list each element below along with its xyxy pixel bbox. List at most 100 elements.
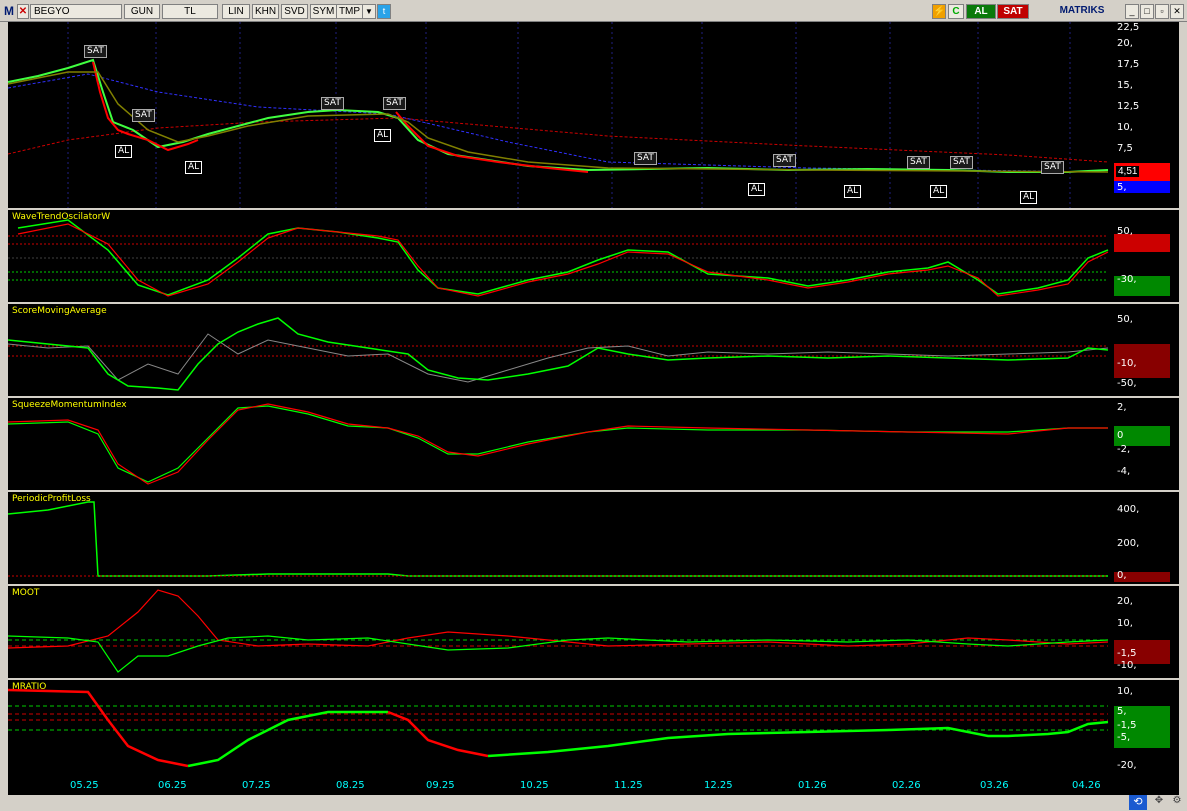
score-ma-y-label: -10, [1117,358,1137,369]
sell-button[interactable]: SAT [997,4,1029,19]
twitter-icon[interactable]: t [377,4,391,19]
close-symbol-icon[interactable]: ✕ [17,4,29,19]
dropdown-icon[interactable]: ▼ [362,4,376,19]
lightning-icon[interactable]: ⚡ [932,4,946,19]
x-axis-label: 11.25 [614,780,643,791]
x-axis: 05.25 06.25 07.25 08.25 09.25 10.25 11.2… [8,775,1179,795]
squeeze-panel[interactable]: SqueezeMomentumIndex 2, 0 -2, -4, [8,398,1179,492]
status-bar: ⟲ ✥ ⚙ [0,795,1187,811]
score-ma-y-label: -50, [1117,378,1137,389]
lin-button[interactable]: LIN [222,4,250,19]
squeeze-y-label: 2, [1117,402,1127,413]
score-ma-chart [8,317,1170,391]
squeeze-y-label: -4, [1117,466,1131,477]
x-axis-label: 08.25 [336,780,365,791]
refresh-icon[interactable]: C [948,4,964,19]
x-axis-label: 07.25 [242,780,271,791]
mratio-y-label: -1,5 [1117,720,1137,731]
x-axis-label: 03.26 [980,780,1009,791]
profit-loss-y-label: 0, [1117,570,1127,581]
price-y-label: 12,5 [1117,101,1140,112]
sell-signal-label: SAT [84,45,107,58]
wavetrend-panel[interactable]: WaveTrendOscilatorW 50, -30, [8,210,1179,304]
sym-button[interactable]: SYM [310,4,337,19]
mratio-y-label: 5, [1117,706,1127,717]
sell-signal-label: SAT [950,156,973,169]
sell-signal-label: SAT [321,97,344,110]
buy-signal-label: AL [115,145,133,158]
price-y-label: 10, [1117,122,1133,133]
settings-icon[interactable]: ⚙ [1169,795,1185,810]
period-button-tl[interactable]: TL [162,4,218,19]
mratio-y-label: -5, [1117,732,1131,743]
last-price-label: 4,51 [1116,166,1140,177]
moot-y-label: -1,5 [1117,648,1137,659]
sell-signal-label: SAT [1041,161,1064,174]
profit-loss-y-label: 400, [1117,504,1140,515]
buy-button[interactable]: AL [966,4,996,19]
sell-signal-label: SAT [132,109,155,122]
buy-signal-label: AL [374,129,392,142]
close-icon[interactable]: ✕ [1170,4,1184,19]
buy-signal-label: AL [185,161,203,174]
minimize-icon[interactable]: _ [1125,4,1139,19]
moot-chart [8,589,1170,673]
sell-signal-label: SAT [634,152,657,165]
x-axis-label: 04.26 [1072,780,1101,791]
buy-signal-label: AL [930,185,948,198]
panel-title: PeriodicProfitLoss [12,494,91,504]
wavetrend-y-label: 50, [1117,226,1133,237]
buy-signal-label: AL [1020,191,1038,204]
panel-title: SqueezeMomentumIndex [12,400,127,410]
price-chart [8,22,1170,208]
score-ma-y-label: 50, [1117,314,1133,325]
price-panel[interactable]: 22,5 20, 17,5 15, 12,5 10, 7,5 5, 4,51 S… [8,22,1179,210]
moot-y-label: 20, [1117,596,1133,607]
sell-signal-label: SAT [907,156,930,169]
arrows-icon[interactable]: ✥ [1151,795,1167,810]
sell-signal-label: SAT [773,154,796,167]
sell-signal-label: SAT [383,97,406,110]
panel-title: ScoreMovingAverage [12,306,107,316]
tmp-button[interactable]: TMP [336,4,363,19]
profit-loss-panel[interactable]: PeriodicProfitLoss 400, 200, 0, [8,492,1179,586]
maximize-icon[interactable]: □ [1140,4,1154,19]
x-axis-label: 09.25 [426,780,455,791]
wavetrend-chart [8,219,1170,297]
mratio-chart [8,688,1170,768]
score-ma-panel[interactable]: ScoreMovingAverage 50, -10, -50, [8,304,1179,398]
wavetrend-y-label: -30, [1117,274,1137,285]
svd-button[interactable]: SVD [281,4,308,19]
mratio-panel[interactable]: MRATIO 10, 5, -1,5 -5, -20, [8,680,1179,775]
price-y-label: 15, [1117,80,1133,91]
price-y-label: 7,5 [1117,143,1133,154]
panel-title: MOOT [12,588,40,598]
app-logo: M [4,4,14,18]
x-axis-label: 12.25 [704,780,733,791]
price-y-label: 17,5 [1117,59,1140,70]
restore-icon[interactable]: ▫ [1155,4,1169,19]
moot-panel[interactable]: MOOT 20, 10, -1,5 -10, [8,586,1179,680]
squeeze-chart [8,403,1170,485]
symbol-field[interactable]: BEGYO [30,4,122,19]
price-y-label: 22,5 [1117,22,1140,33]
sync-icon[interactable]: ⟲ [1129,795,1147,810]
mratio-y-label: -20, [1117,760,1137,771]
price-y-label: 20, [1117,38,1133,49]
panel-title: MRATIO [12,682,47,692]
x-axis-label: 05.25 [70,780,99,791]
squeeze-y-label: -2, [1117,444,1131,455]
squeeze-y-label: 0 [1117,430,1124,441]
khn-button[interactable]: KHN [252,4,279,19]
period-button-gun[interactable]: GUN [124,4,160,19]
brand-logo: MATRIKS [1059,5,1105,16]
profit-loss-y-label: 200, [1117,538,1140,549]
moot-y-label: -10, [1117,660,1137,671]
toolbar: M ✕ BEGYO GUN TL LIN KHN SVD SYM TMP ▼ t… [0,0,1187,22]
profit-loss-chart [8,501,1170,582]
x-axis-label: 02.26 [892,780,921,791]
buy-signal-label: AL [748,183,766,196]
buy-signal-label: AL [844,185,862,198]
price-y-label: 5, [1117,182,1127,193]
chart-window: M ✕ BEGYO GUN TL LIN KHN SVD SYM TMP ▼ t… [0,0,1187,811]
